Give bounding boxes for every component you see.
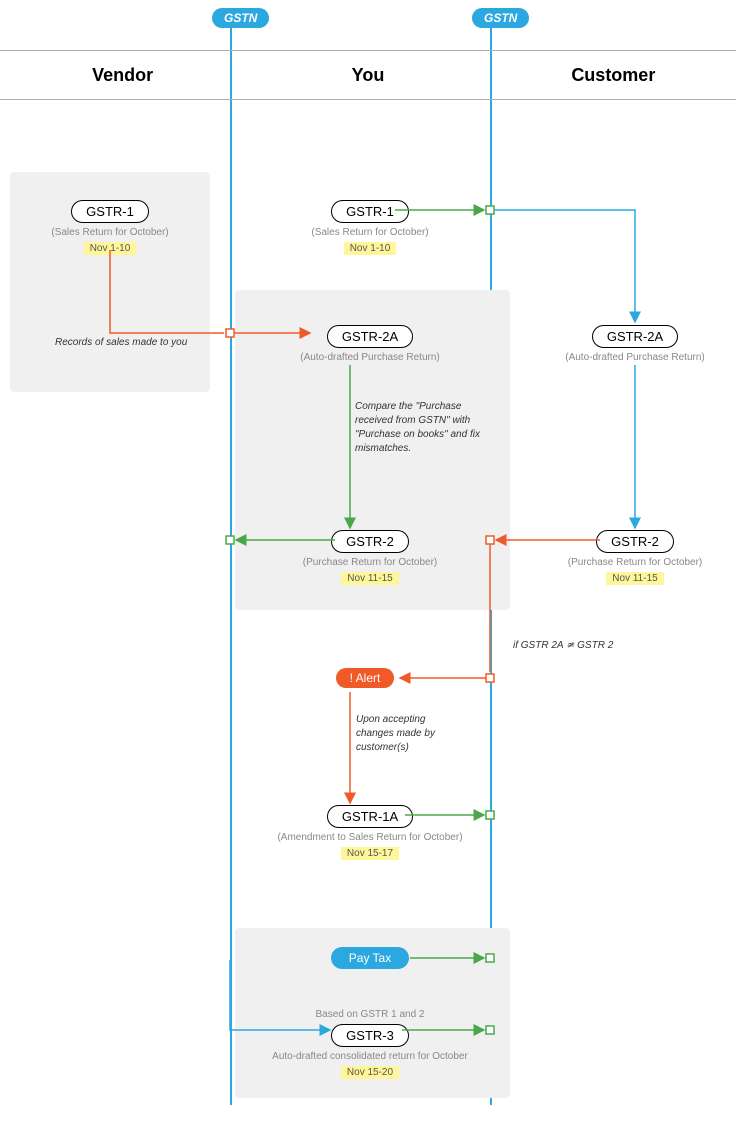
node-vendor-gstr1: GSTR-1 (Sales Return for October) Nov 1-… [25, 200, 195, 256]
you-gstr1-title: GSTR-1 [331, 200, 409, 223]
you-gstr2a-sub: (Auto-drafted Purchase Return) [275, 352, 465, 363]
lane-vendor: Vendor [0, 51, 245, 99]
you-gstr2-date: Nov 11-15 [341, 572, 398, 585]
node-you-gstr1a: GSTR-1A (Amendment to Sales Return for O… [255, 805, 485, 861]
node-you-gstr2: GSTR-2 (Purchase Return for October) Nov… [275, 530, 465, 586]
gstr3-pre: Based on GSTR 1 and 2 [255, 1009, 485, 1020]
paytax-label: Pay Tax [331, 947, 409, 969]
cust-gstr2-date: Nov 11-15 [606, 572, 663, 585]
node-you-gstr2a: GSTR-2A (Auto-drafted Purchase Return) [275, 325, 465, 363]
cust-gstr2-sub: (Purchase Return for October) [540, 557, 730, 568]
compare-note: Compare the "Purchase received from GSTN… [355, 400, 485, 456]
you-gstr3-date: Nov 15-20 [341, 1066, 399, 1079]
you-gstr2-title: GSTR-2 [331, 530, 409, 553]
you-gstr3-sub: Auto-drafted consolidated return for Oct… [255, 1051, 485, 1062]
node-alert: ! Alert [305, 668, 425, 688]
alert-label: ! Alert [336, 668, 395, 688]
you-gstr1-date: Nov 1-10 [344, 242, 397, 255]
gstn-badge-right: GSTN [472, 8, 529, 28]
you-gstr2a-title: GSTR-2A [327, 325, 413, 348]
node-you-gstr1: GSTR-1 (Sales Return for October) Nov 1-… [285, 200, 455, 256]
lane-you: You [245, 51, 490, 99]
node-cust-gstr2a: GSTR-2A (Auto-drafted Purchase Return) [540, 325, 730, 363]
node-you-gstr3: Based on GSTR 1 and 2 GSTR-3 Auto-drafte… [255, 1005, 485, 1080]
vendor-gstr1-date: Nov 1-10 [84, 242, 137, 255]
vendor-gstr1-title: GSTR-1 [71, 200, 149, 223]
you-gstr1a-sub: (Amendment to Sales Return for October) [255, 832, 485, 843]
node-cust-gstr2: GSTR-2 (Purchase Return for October) Nov… [540, 530, 730, 586]
lane-customer: Customer [491, 51, 736, 99]
node-paytax: Pay Tax [300, 947, 440, 969]
you-gstr1a-title: GSTR-1A [327, 805, 413, 828]
gstn-badge-left: GSTN [212, 8, 269, 28]
cust-gstr2-title: GSTR-2 [596, 530, 674, 553]
vendor-gstn-lifeline [230, 10, 232, 1105]
you-gstr1a-date: Nov 15-17 [341, 847, 399, 860]
mismatch-note: if GSTR 2A ≄ GSTR 2 [513, 640, 613, 651]
you-gstr2-sub: (Purchase Return for October) [275, 557, 465, 568]
vendor-gstr1-sub: (Sales Return for October) [25, 227, 195, 238]
lane-header: Vendor You Customer [0, 50, 736, 100]
you-gstr1-sub: (Sales Return for October) [285, 227, 455, 238]
cust-gstr2a-title: GSTR-2A [592, 325, 678, 348]
accept-note: Upon accepting changes made by customer(… [356, 713, 466, 755]
you-gstr3-title: GSTR-3 [331, 1024, 409, 1047]
cust-gstr2a-sub: (Auto-drafted Purchase Return) [540, 352, 730, 363]
vendor-note: Records of sales made to you [55, 337, 187, 348]
